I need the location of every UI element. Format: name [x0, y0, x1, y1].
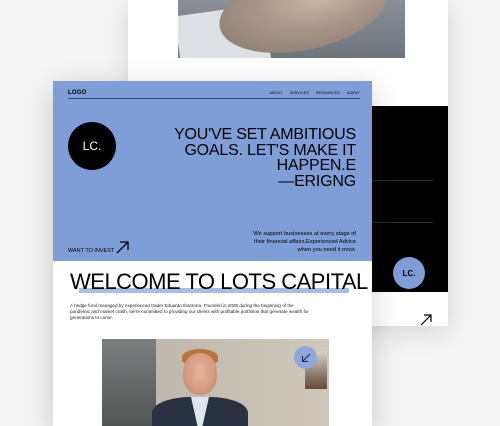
nav-link-resources[interactable]: RESOURCES	[316, 91, 340, 95]
back-hero-photo	[178, 0, 405, 58]
intro-paragraph: A hedge fund managed by experienced trad…	[70, 303, 309, 320]
logo[interactable]: LOGO	[68, 90, 86, 96]
hero-headline: YOU'VE SET AMBITIOUS GOALS. LET'S MAKE I…	[174, 126, 356, 190]
nav-link-services[interactable]: SERVICES	[290, 91, 309, 95]
nav-link-agent[interactable]: AGENT	[347, 91, 360, 95]
hero-section: LOGO ABOUT SERVICES RESOURCES AGENT LC. …	[53, 81, 372, 261]
hero-subtext: We support businesses at every stage of …	[253, 231, 356, 253]
want-to-invest-link[interactable]: WANT TO INVEST	[68, 241, 130, 254]
front-page-preview: LOGO ABOUT SERVICES RESOURCES AGENT LC. …	[53, 81, 372, 426]
arrow-up-right-icon	[116, 241, 129, 254]
nav-link-about[interactable]: ABOUT	[270, 91, 283, 95]
want-to-invest-label: WANT TO INVEST	[68, 248, 115, 254]
nav-divider	[68, 98, 360, 99]
arrow-up-right-icon[interactable]	[419, 314, 433, 326]
back-lc-badge: LC.	[393, 257, 425, 289]
lc-badge: LC.	[68, 122, 116, 170]
nav-links: ABOUT SERVICES RESOURCES AGENT	[270, 91, 360, 95]
photo-arrow-button[interactable]	[294, 346, 317, 369]
welcome-title: WELCOME TO LOTS CAPITAL	[70, 269, 368, 294]
arrow-down-left-icon	[301, 353, 310, 362]
top-nav: LOGO ABOUT SERVICES RESOURCES AGENT	[68, 88, 360, 98]
